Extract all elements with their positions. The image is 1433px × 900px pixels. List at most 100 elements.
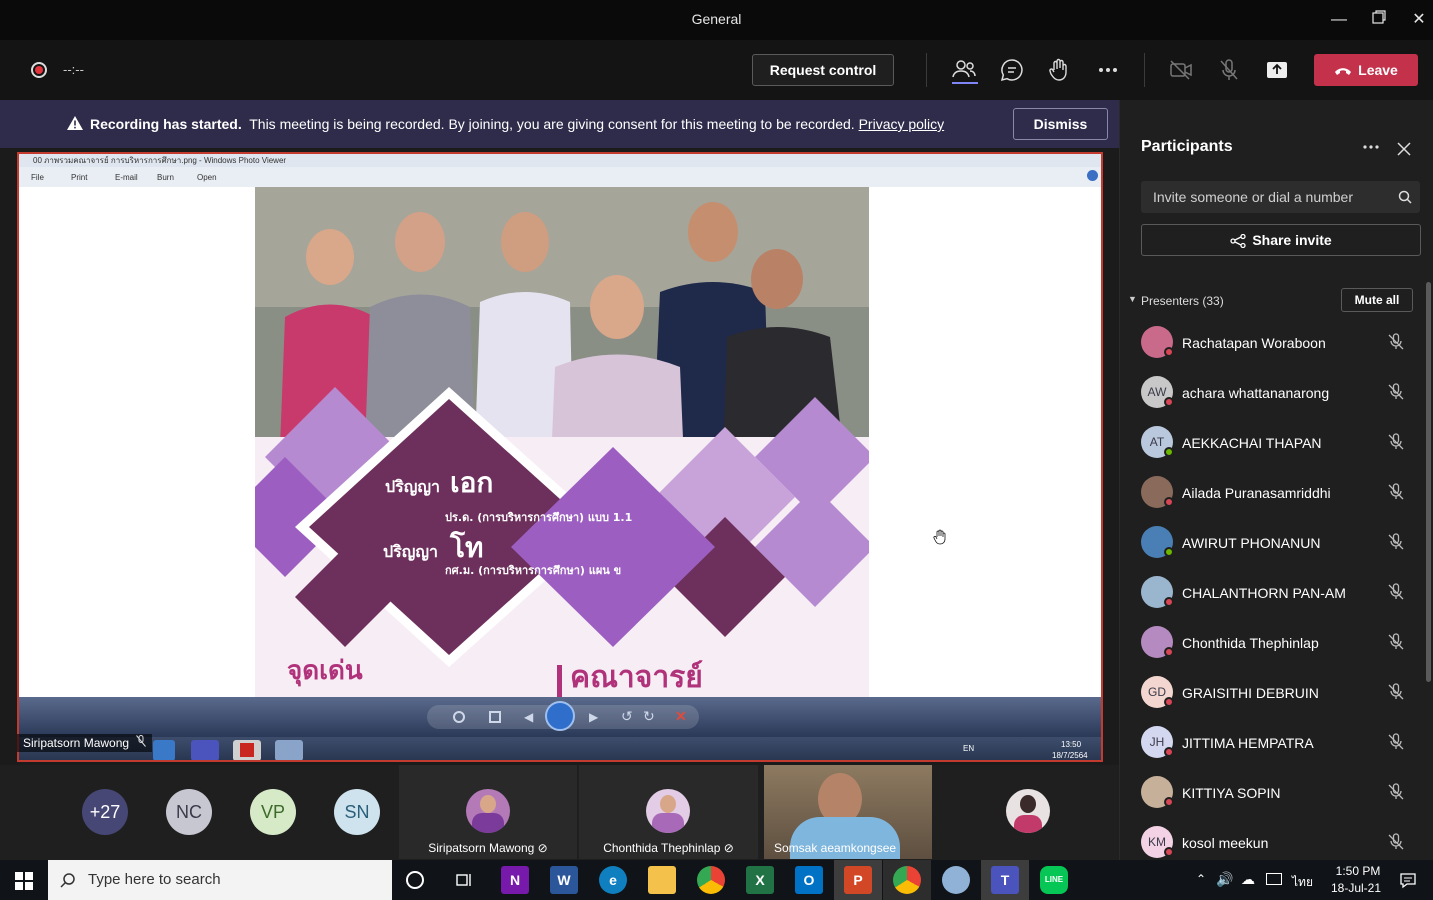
volume-icon[interactable]: 🔊 xyxy=(1216,871,1233,888)
menu-open: Open xyxy=(197,173,217,182)
menu-burn: Burn xyxy=(157,173,174,182)
participant-row[interactable]: AT AEKKACHAI THAPAN xyxy=(1141,424,1421,460)
raise-hand-icon[interactable] xyxy=(1046,56,1074,84)
excel-icon[interactable]: X xyxy=(746,866,774,894)
video-tile[interactable]: Siripatsorn Mawong ⊘ xyxy=(399,765,577,859)
network-icon[interactable] xyxy=(1266,873,1282,885)
rotate-right-icon[interactable]: ↻ xyxy=(643,708,655,725)
powerpoint-icon[interactable]: P xyxy=(844,866,872,894)
file-explorer-icon[interactable] xyxy=(648,866,676,894)
clock-time[interactable]: 1:50 PM xyxy=(1328,864,1388,878)
chrome-icon[interactable] xyxy=(697,866,725,894)
taskbar-search-input[interactable]: Type here to search xyxy=(48,860,392,900)
minimize-icon[interactable]: — xyxy=(1327,8,1351,32)
line-icon[interactable]: LINE xyxy=(1040,866,1068,894)
participant-name: JITTIMA HEMPATRA xyxy=(1182,735,1314,751)
mic-off-icon: ⊘ xyxy=(723,841,734,855)
recording-started-label: Recording has started. xyxy=(90,116,242,132)
menu-print: Print xyxy=(71,173,88,182)
share-invite-button[interactable]: Share invite xyxy=(1141,224,1421,256)
zoom-icon[interactable] xyxy=(453,711,465,723)
share-screen-icon[interactable] xyxy=(1263,56,1291,84)
delete-icon[interactable]: ✕ xyxy=(675,708,687,725)
slideshow-button[interactable] xyxy=(545,701,575,731)
leave-button[interactable]: Leave xyxy=(1314,54,1418,86)
input-language[interactable]: ไทย xyxy=(1292,873,1313,892)
toolbar-divider xyxy=(926,53,927,87)
windows-start-icon[interactable] xyxy=(15,872,33,895)
task-view-icon[interactable] xyxy=(455,871,473,894)
outlook-icon[interactable]: O xyxy=(795,866,823,894)
chrome-icon[interactable] xyxy=(893,866,921,894)
cloud-icon[interactable]: ☁ xyxy=(1241,871,1255,888)
close-panel-icon[interactable] xyxy=(1397,142,1411,161)
participants-icon[interactable] xyxy=(950,56,978,84)
mic-off-icon[interactable] xyxy=(1215,56,1243,84)
mic-off-icon[interactable] xyxy=(1386,632,1406,652)
avatar-nc[interactable]: NC xyxy=(166,789,212,835)
chevron-up-icon[interactable]: ⌃ xyxy=(1196,872,1206,886)
mic-off-icon[interactable] xyxy=(1386,482,1406,502)
avatar[interactable] xyxy=(1006,789,1050,833)
mic-off-icon[interactable] xyxy=(1386,432,1406,452)
mic-off-icon[interactable] xyxy=(1386,582,1406,602)
mic-off-icon[interactable] xyxy=(1386,732,1406,752)
participant-row[interactable]: Ailada Puranasamriddhi xyxy=(1141,474,1421,510)
next-icon[interactable]: ▶ xyxy=(589,710,598,724)
leave-label: Leave xyxy=(1358,62,1398,78)
participant-row[interactable]: CHALANTHORN PAN-AM xyxy=(1141,574,1421,610)
word-icon[interactable]: W xyxy=(550,866,578,894)
mute-all-button[interactable]: Mute all xyxy=(1341,288,1413,312)
participant-row[interactable]: JH JITTIMA HEMPATRA xyxy=(1141,724,1421,760)
paint-icon[interactable] xyxy=(942,866,970,894)
presence-status-icon xyxy=(1164,447,1174,457)
dismiss-button[interactable]: Dismiss xyxy=(1013,108,1108,140)
camera-off-icon[interactable] xyxy=(1167,56,1195,84)
presence-status-icon xyxy=(1164,597,1174,607)
participant-row[interactable]: Chonthida Thephinlap xyxy=(1141,624,1421,660)
clock-date[interactable]: 18-Jul-21 xyxy=(1324,881,1388,895)
more-options-icon[interactable] xyxy=(1362,140,1380,159)
participant-row[interactable]: GD GRAISITHI DEBRUIN xyxy=(1141,674,1421,710)
more-actions-icon[interactable] xyxy=(1094,56,1122,84)
scrollbar[interactable] xyxy=(1426,282,1431,682)
chat-icon[interactable] xyxy=(998,56,1026,84)
mic-off-icon[interactable] xyxy=(1386,532,1406,552)
previous-icon[interactable]: ◀ xyxy=(524,710,533,724)
close-icon[interactable]: ✕ xyxy=(1407,8,1431,32)
avatar-vp[interactable]: VP xyxy=(250,789,296,835)
mic-off-icon xyxy=(136,735,147,750)
video-tile[interactable]: Somsak aeamkongsee xyxy=(764,765,932,859)
invite-input[interactable]: Invite someone or dial a number xyxy=(1141,181,1420,213)
mic-off-icon[interactable] xyxy=(1386,832,1406,852)
cortana-icon[interactable] xyxy=(406,871,424,889)
mic-off-icon[interactable] xyxy=(1386,782,1406,802)
faculty-text: คณาจารย์ xyxy=(570,660,703,695)
menu-file: File xyxy=(31,173,44,182)
restore-icon[interactable] xyxy=(1367,8,1391,32)
participant-row[interactable]: KM kosol meekun xyxy=(1141,824,1421,860)
teams-icon[interactable]: T xyxy=(991,866,1019,894)
participant-row[interactable]: Rachatapan Woraboon xyxy=(1141,324,1421,360)
privacy-policy-link[interactable]: Privacy policy xyxy=(859,116,945,132)
presenters-header[interactable]: ▼ Presenters (33) xyxy=(1128,294,1224,308)
photo-canvas: ปริญญา เอก ปร.ด. (การบริหารการศึกษา) แบบ… xyxy=(19,187,1101,697)
participant-row[interactable]: KITTIYA SOPIN xyxy=(1141,774,1421,810)
mic-off-icon[interactable] xyxy=(1386,382,1406,402)
avatar xyxy=(466,789,510,833)
participant-row[interactable]: AW achara whattananarong xyxy=(1141,374,1421,410)
presence-status-icon xyxy=(1164,747,1174,757)
overflow-count[interactable]: +27 xyxy=(82,789,128,835)
video-tile[interactable]: Chonthida Thephinlap ⊘ xyxy=(579,765,758,859)
rotate-left-icon[interactable]: ↺ xyxy=(621,708,633,725)
mic-off-icon[interactable] xyxy=(1386,682,1406,702)
mic-off-icon[interactable] xyxy=(1386,332,1406,352)
notification-icon[interactable] xyxy=(1399,871,1417,894)
actual-size-icon[interactable] xyxy=(489,711,501,723)
edge-icon[interactable]: e xyxy=(599,866,627,894)
participant-row[interactable]: AWIRUT PHONANUN xyxy=(1141,524,1421,560)
onenote-icon[interactable]: N xyxy=(501,866,529,894)
request-control-button[interactable]: Request control xyxy=(752,54,894,86)
avatar-sn[interactable]: SN xyxy=(334,789,380,835)
window-title-bar: General — ✕ xyxy=(0,0,1433,40)
